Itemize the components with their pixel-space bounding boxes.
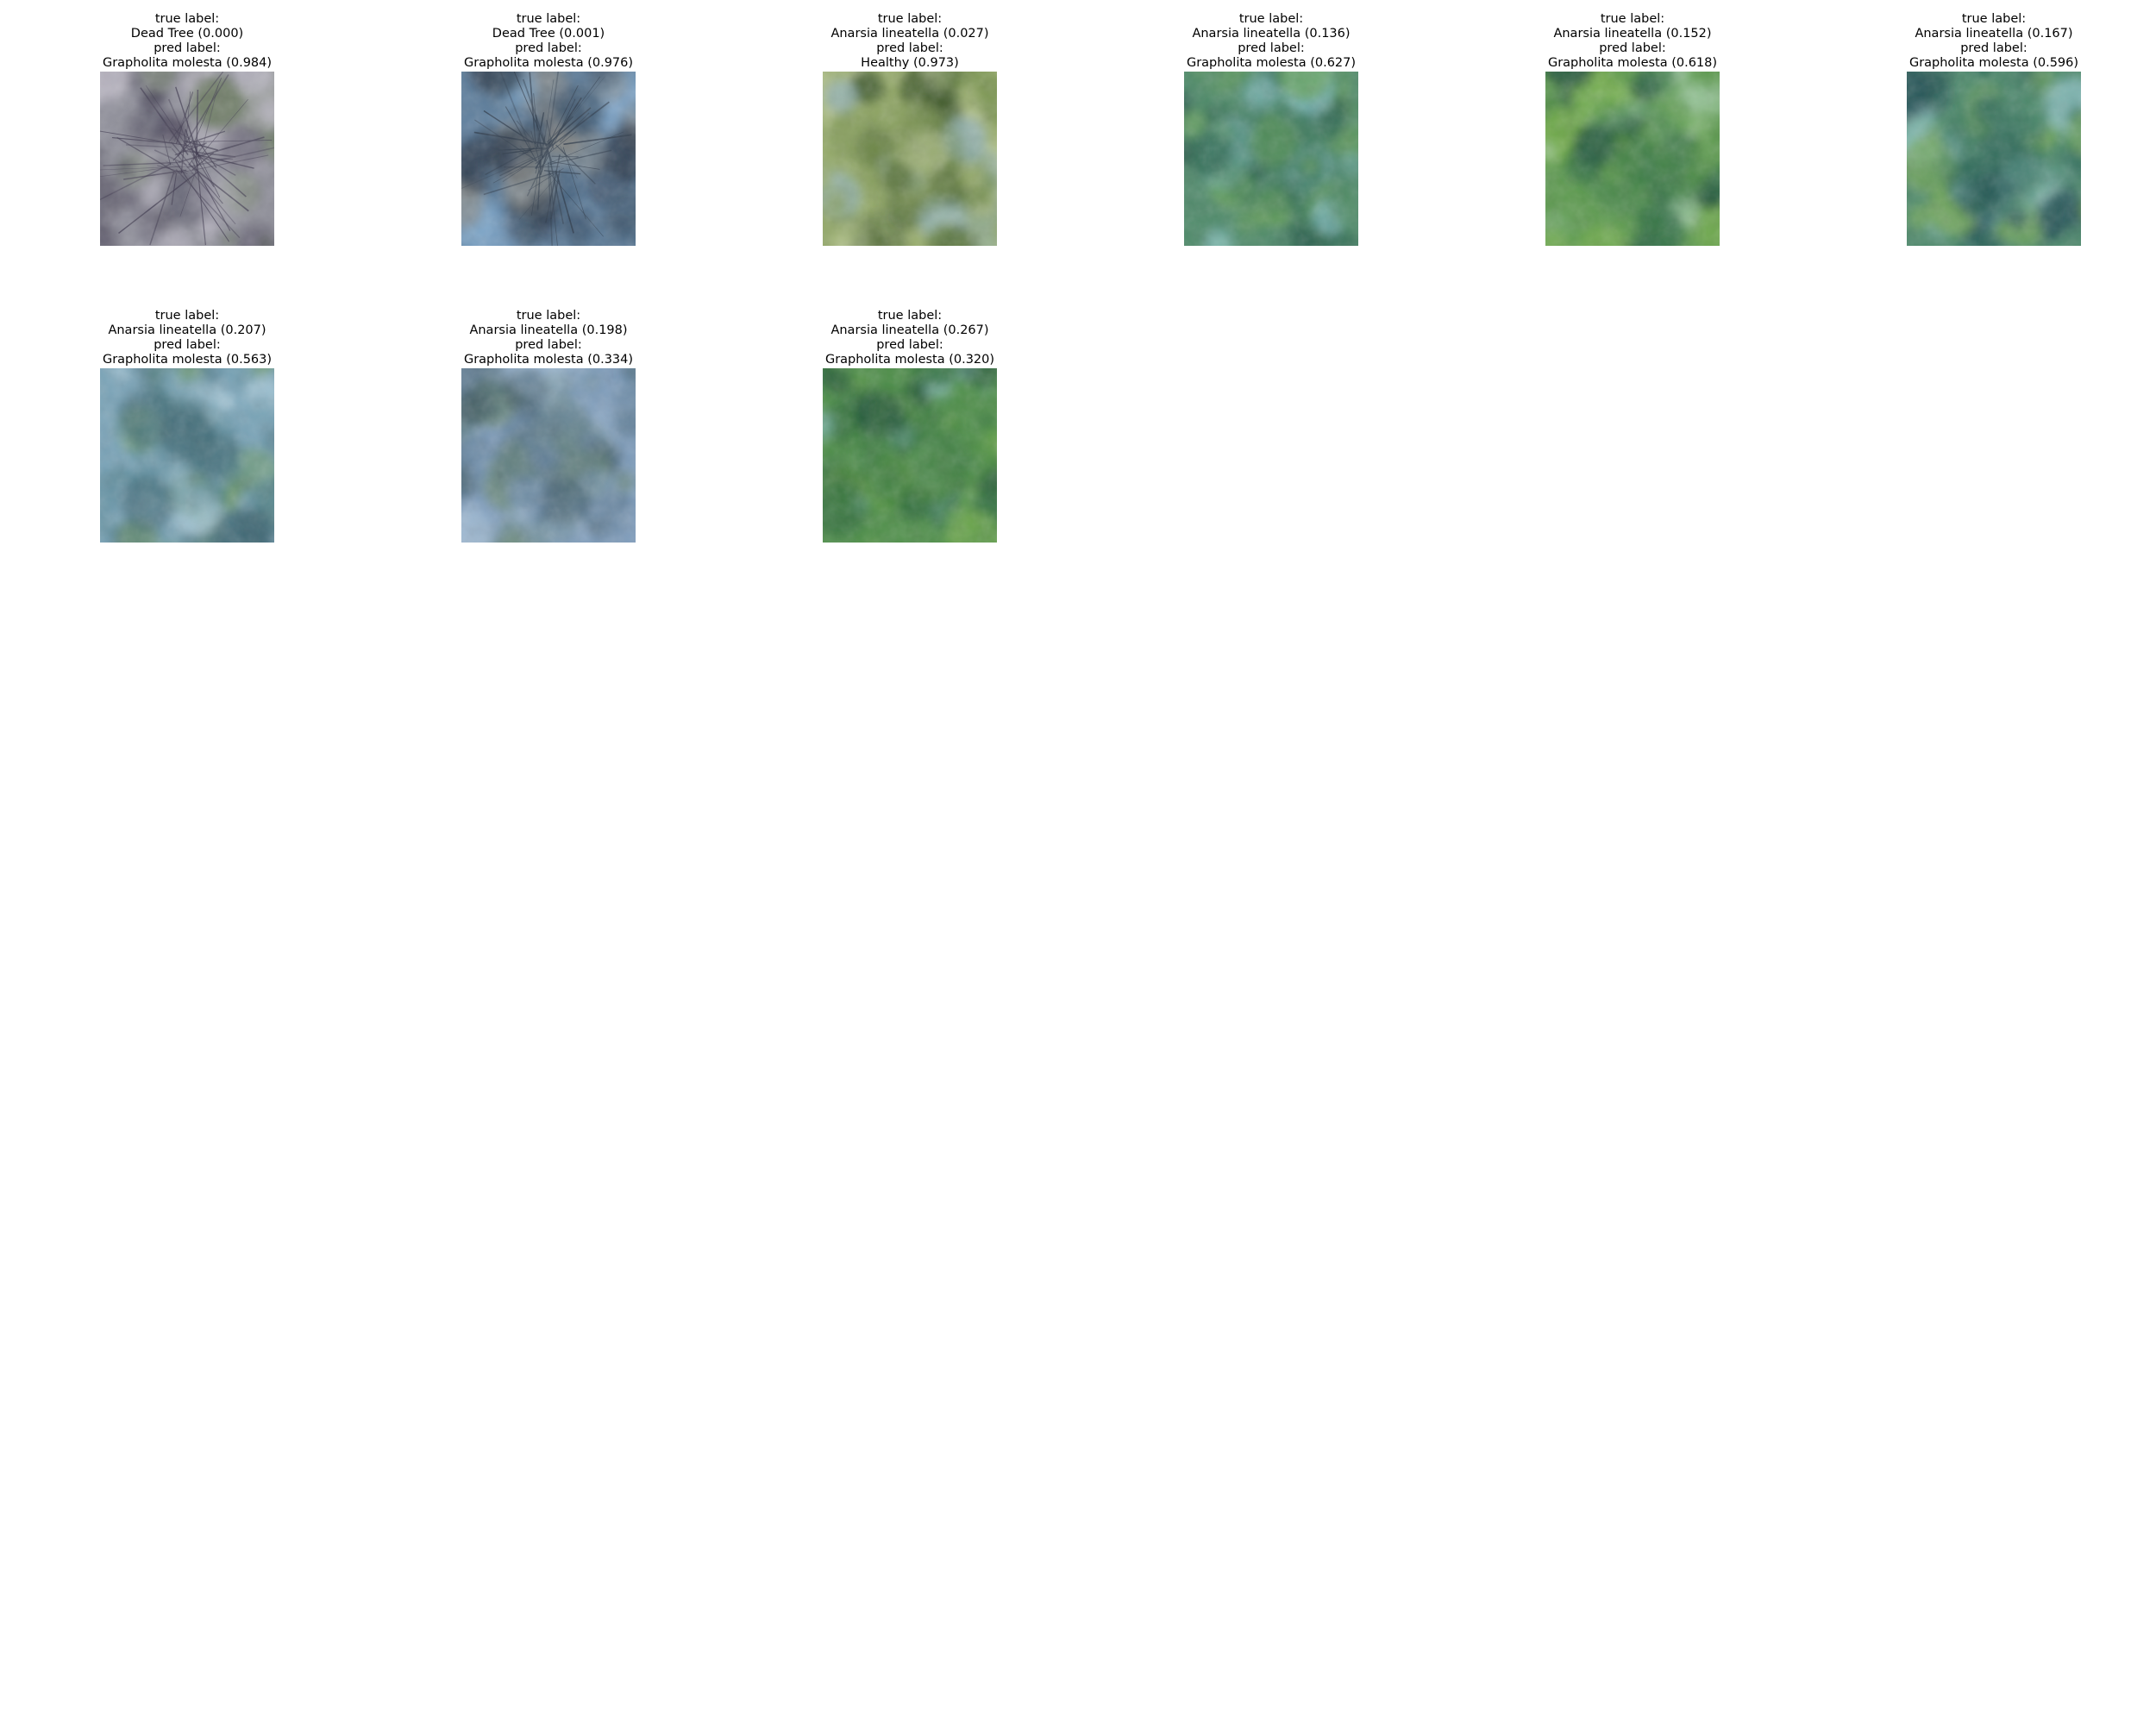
tile-image (461, 72, 636, 246)
prediction-tile: true label: Dead Tree (0.000) pred label: G… (58, 12, 317, 246)
prediction-tile: true label: Anarsia lineatella (0.198) pre… (419, 309, 678, 543)
pred-label-value: Grapholita molesta (0.984) (102, 56, 273, 70)
pred-label-value: Grapholita molesta (0.618) (1547, 56, 1718, 70)
pred-label-value: Grapholita molesta (0.596) (1908, 56, 2079, 70)
prediction-tile: true label: Anarsia lineatella (0.267) pre… (780, 309, 1039, 543)
tile-caption: true label: Anarsia lineatella (0.198) pre… (419, 309, 678, 367)
tile-image (823, 368, 997, 543)
prediction-tile: true label: Anarsia lineatella (0.207) pre… (58, 309, 317, 543)
true-label-value: Anarsia lineatella (0.167) (1915, 27, 2073, 41)
true-label-value: Dead Tree (0.001) (492, 27, 605, 41)
tile-image (461, 368, 636, 543)
true-label-value: Anarsia lineatella (0.207) (108, 323, 266, 337)
tile-image (100, 72, 274, 246)
pred-label-value: Healthy (0.973) (861, 56, 959, 70)
aerial-tree-image (100, 368, 274, 543)
tile-caption: true label: Anarsia lineatella (0.207) pre… (58, 309, 317, 367)
pred-label-value: Grapholita molesta (0.334) (463, 353, 634, 367)
true-label-value: Anarsia lineatella (0.152) (1553, 27, 1712, 41)
pred-label-value: Grapholita molesta (0.563) (102, 353, 273, 367)
tile-image (1184, 72, 1358, 246)
true-label-heading: true label: (1238, 12, 1304, 26)
tile-caption: true label: Dead Tree (0.001) pred label: G… (419, 12, 678, 71)
pred-label-heading: pred label: (515, 338, 582, 352)
tile-caption: true label: Dead Tree (0.000) pred label: G… (58, 12, 317, 71)
aerial-tree-image (461, 368, 636, 543)
aerial-tree-image (823, 72, 997, 246)
prediction-tile: true label: Anarsia lineatella (0.152) pre… (1503, 12, 1762, 246)
tile-image (1907, 72, 2081, 246)
tile-caption: true label: Anarsia lineatella (0.267) pre… (780, 309, 1039, 367)
aerial-tree-image (461, 72, 636, 246)
tile-caption: true label: Anarsia lineatella (0.152) pre… (1503, 12, 1762, 71)
true-label-heading: true label: (154, 12, 220, 26)
true-label-heading: true label: (154, 309, 220, 323)
pred-label-value: Grapholita molesta (0.320) (824, 353, 995, 367)
tile-caption: true label: Anarsia lineatella (0.167) pre… (1865, 12, 2123, 71)
tile-image (823, 72, 997, 246)
true-label-value: Anarsia lineatella (0.136) (1192, 27, 1351, 41)
pred-label-heading: pred label: (1599, 41, 1666, 55)
pred-label-heading: pred label: (154, 41, 221, 55)
true-label-heading: true label: (516, 12, 581, 26)
true-label-heading: true label: (516, 309, 581, 323)
pred-label-value: Grapholita molesta (0.627) (1186, 56, 1357, 70)
pred-label-heading: pred label: (876, 41, 943, 55)
true-label-value: Anarsia lineatella (0.027) (830, 27, 989, 41)
true-label-value: Dead Tree (0.000) (130, 27, 244, 41)
true-label-heading: true label: (877, 309, 943, 323)
tile-caption: true label: Anarsia lineatella (0.027) pre… (780, 12, 1039, 71)
true-label-value: Anarsia lineatella (0.267) (830, 323, 989, 337)
prediction-tile: true label: Anarsia lineatella (0.027) pre… (780, 12, 1039, 246)
true-label-value: Anarsia lineatella (0.198) (469, 323, 628, 337)
aerial-tree-image (100, 72, 274, 246)
pred-label-heading: pred label: (1960, 41, 2028, 55)
pred-label-heading: pred label: (1238, 41, 1305, 55)
true-label-heading: true label: (1600, 12, 1665, 26)
aerial-tree-image (823, 368, 997, 543)
pred-label-value: Grapholita molesta (0.976) (463, 56, 634, 70)
prediction-tile: true label: Dead Tree (0.001) pred label: G… (419, 12, 678, 246)
pred-label-heading: pred label: (876, 338, 943, 352)
aerial-tree-image (1184, 72, 1358, 246)
prediction-tile: true label: Anarsia lineatella (0.167) pre… (1865, 12, 2123, 246)
tile-image (1545, 72, 1720, 246)
aerial-tree-image (1545, 72, 1720, 246)
aerial-tree-image (1907, 72, 2081, 246)
prediction-tile: true label: Anarsia lineatella (0.136) pre… (1142, 12, 1401, 246)
true-label-heading: true label: (877, 12, 943, 26)
image-grid: true label: Dead Tree (0.000) pred label: G… (0, 0, 2156, 1725)
tile-caption: true label: Anarsia lineatella (0.136) pre… (1142, 12, 1401, 71)
pred-label-heading: pred label: (515, 41, 582, 55)
tile-image (100, 368, 274, 543)
true-label-heading: true label: (1961, 12, 2027, 26)
pred-label-heading: pred label: (154, 338, 221, 352)
